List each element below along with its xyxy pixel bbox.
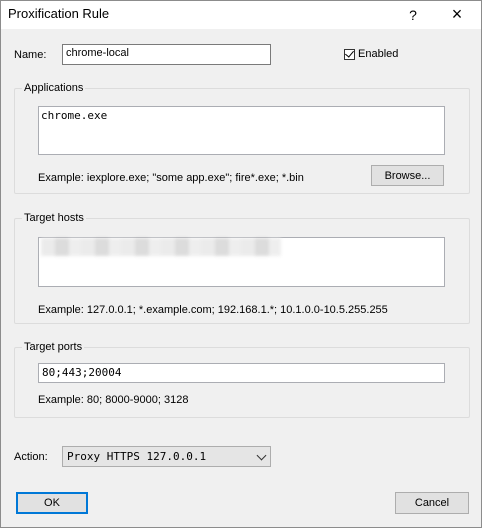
enabled-label[interactable]: Enabled [358, 48, 398, 60]
proxification-rule-dialog: Proxification Rule ? × Name: chrome-loca… [0, 0, 482, 528]
window-title: Proxification Rule [8, 6, 110, 21]
target-hosts-example: Example: 127.0.0.1; *.example.com; 192.1… [38, 304, 388, 316]
target-ports-group-title: Target ports [22, 341, 85, 353]
redacted-hosts-value [41, 238, 281, 256]
check-icon [345, 48, 354, 58]
chevron-down-icon [256, 450, 267, 461]
target-hosts-group-title: Target hosts [22, 212, 86, 224]
name-input[interactable]: chrome-local [62, 44, 271, 65]
ok-button[interactable]: OK [16, 492, 88, 514]
enabled-checkbox[interactable] [344, 48, 355, 60]
target-ports-example: Example: 80; 8000-9000; 3128 [38, 394, 189, 406]
help-icon[interactable]: ? [399, 1, 427, 29]
action-selected-value: Proxy HTTPS 127.0.0.1 [67, 450, 207, 463]
close-icon[interactable]: × [443, 1, 471, 29]
title-bar[interactable]: Proxification Rule ? × [1, 1, 481, 29]
name-label: Name: [14, 49, 47, 61]
action-label: Action: [14, 451, 48, 463]
browse-button[interactable]: Browse... [371, 165, 444, 186]
cancel-button[interactable]: Cancel [395, 492, 469, 514]
applications-example: Example: iexplore.exe; "some app.exe"; f… [38, 172, 304, 184]
applications-group-title: Applications [22, 82, 86, 94]
applications-textarea[interactable]: chrome.exe [38, 106, 445, 155]
target-ports-input[interactable]: 80;443;20004 [38, 363, 445, 383]
action-select[interactable]: Proxy HTTPS 127.0.0.1 [62, 446, 271, 467]
